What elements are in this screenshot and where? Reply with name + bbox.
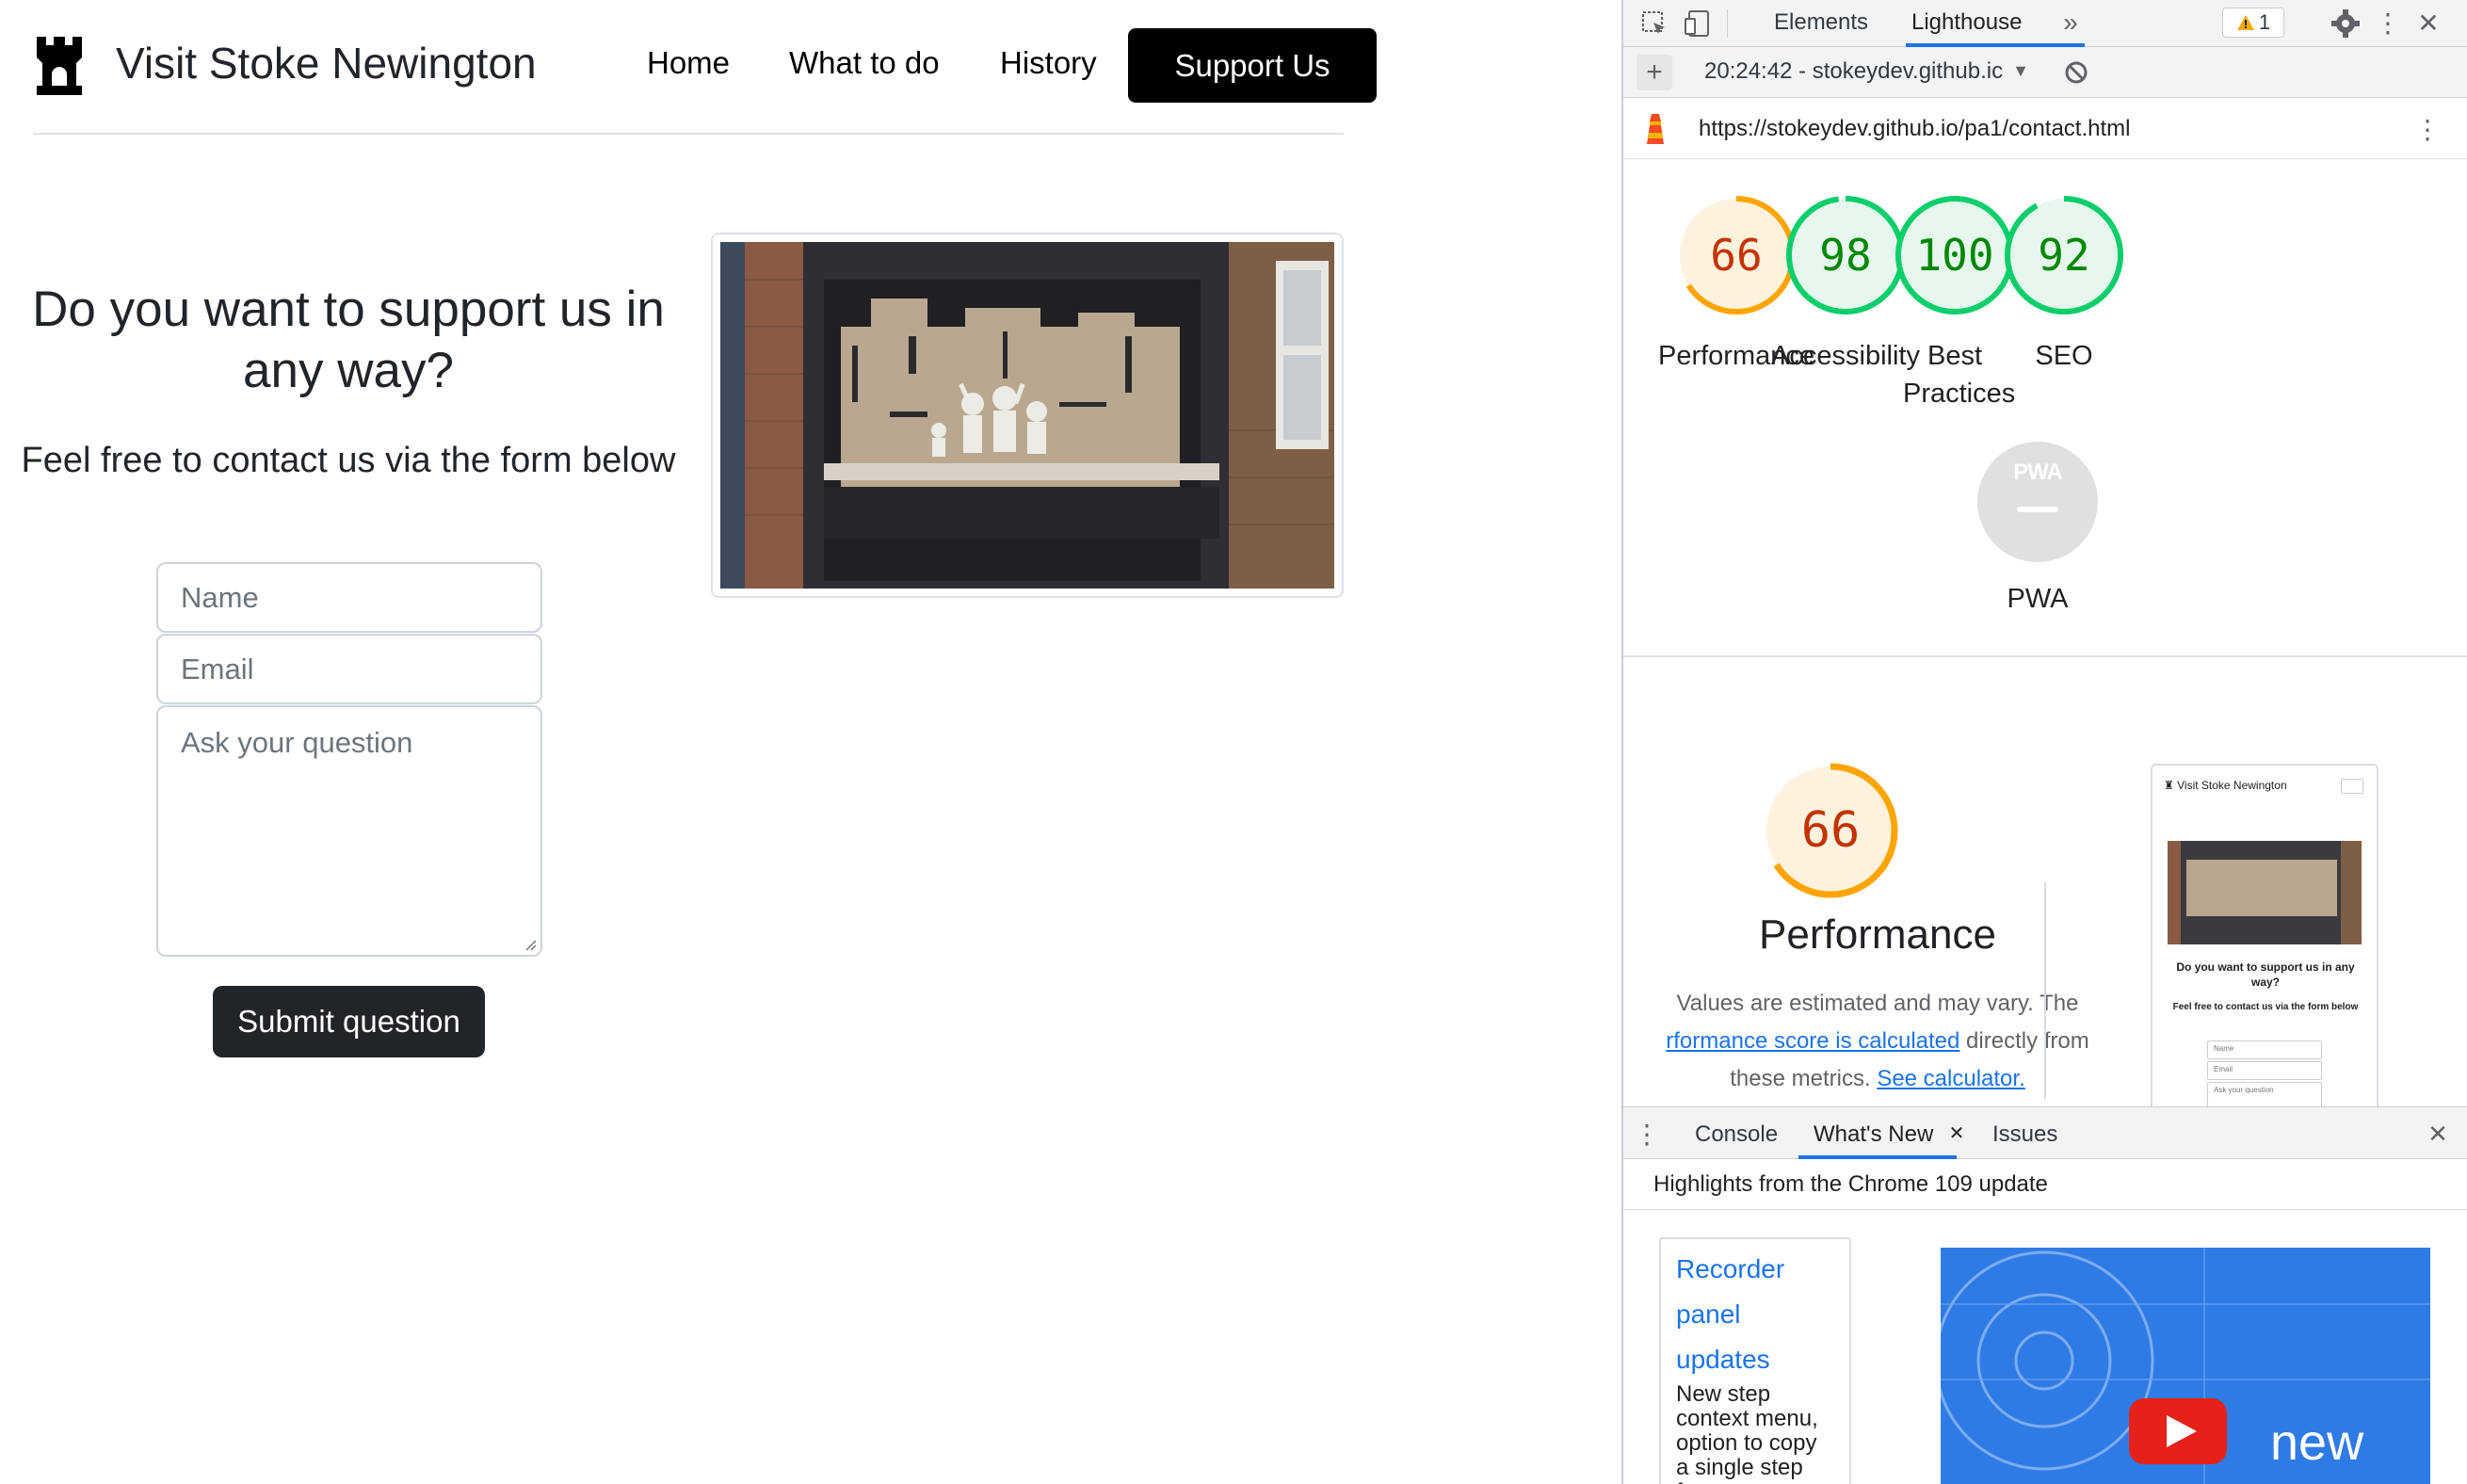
thumbnail-heading: Do you want to support us in any way? [2176, 960, 2355, 989]
submit-question-button[interactable]: Submit question [213, 986, 485, 1057]
score-value: 98 [1819, 230, 1872, 281]
nav-home[interactable]: Home [647, 45, 730, 81]
clear-block-icon[interactable] [2062, 58, 2090, 87]
question-textarea[interactable]: Ask your question [156, 705, 542, 957]
question-placeholder: Ask your question [181, 726, 413, 759]
toolbar-separator [1727, 9, 1728, 38]
devtools-panel: Elements Lighthouse » 1 ⋮ ✕ + 20:24:42 -… [1621, 0, 2467, 1484]
settings-gear-icon[interactable] [2330, 8, 2362, 40]
section-divider [1623, 655, 2467, 657]
new-report-plus-icon[interactable]: + [1637, 55, 1672, 90]
thumbnail-brand-text: Visit Stoke Newington [2177, 779, 2287, 792]
card-description: New step context menu, option to copy a … [1676, 1381, 1818, 1484]
score-value: 66 [1710, 230, 1763, 281]
pwa-badge-text: PWA [2013, 460, 2063, 485]
whats-new-header: Highlights from the Chrome 109 update [1623, 1159, 2467, 1210]
nav-what-to-do[interactable]: What to do [789, 45, 940, 81]
navbar: Visit Stoke Newington Home What to do Hi… [33, 0, 1377, 135]
nav-history[interactable]: History [1000, 45, 1097, 81]
lighthouse-logo-icon [1647, 114, 1664, 144]
pwa-gauge[interactable]: PWA [1976, 441, 2099, 563]
score-value: 100 [1915, 230, 1994, 281]
street-art-photo [720, 242, 1334, 589]
lighthouse-subtoolbar: + 20:24:42 - stokeydev.github.ic ▼ [1623, 47, 2467, 98]
resize-handle-icon[interactable] [524, 938, 537, 951]
score-gauge-performance[interactable]: 66 [1675, 194, 1798, 316]
score-gauge-best-practices[interactable]: 100 [1894, 194, 2016, 316]
thumbnail-hamburger-icon [2341, 779, 2363, 794]
name-placeholder: Name [181, 580, 259, 614]
thumbnail-photo [2168, 841, 2362, 944]
performance-detail-gauge: 66 [1761, 761, 1900, 900]
perf-desc-line-1: Values are estimated and may vary. The [1676, 991, 2079, 1016]
performance-detail-score: 66 [1800, 802, 1861, 859]
thumbnail-email-field: Email [2207, 1061, 2322, 1080]
card-title-line-3[interactable]: updates [1676, 1337, 1834, 1382]
whats-new-card[interactable]: Recorder panel updates New step context … [1659, 1237, 1851, 1484]
video-caption: new [2270, 1414, 2364, 1471]
perf-desc-line-3: these metrics. [1730, 1066, 1871, 1091]
drawer-tabbar: ⋮ Console What's New ✕ Issues ✕ [1623, 1106, 2467, 1159]
warning-triangle-icon [2236, 15, 2254, 30]
email-placeholder: Email [181, 652, 254, 686]
thumbnail-castle-icon: ♜ [2164, 779, 2174, 792]
close-whats-new-icon[interactable]: ✕ [1947, 1119, 1966, 1147]
thumbnail-name-field: Name [2207, 1040, 2322, 1059]
castle-tower-icon[interactable] [33, 33, 86, 99]
drawer-tab-issues[interactable]: Issues [1992, 1121, 2057, 1148]
perf-desc-line-2: directly from [1959, 1028, 2089, 1054]
card-title-line-2[interactable]: panel [1676, 1292, 1834, 1337]
thumbnail-brand: ♜ Visit Stoke Newington [2164, 779, 2287, 792]
tab-lighthouse[interactable]: Lighthouse [1911, 9, 2022, 36]
score-value: 92 [2038, 230, 2090, 281]
score-gauge-accessibility[interactable]: 98 [1784, 194, 1907, 316]
drawer-tab-whats-new[interactable]: What's New [1814, 1121, 1933, 1148]
whats-new-video-thumbnail[interactable]: new [1941, 1248, 2430, 1484]
more-tabs-chevron-icon[interactable]: » [2055, 6, 2087, 40]
more-options-icon[interactable]: ⋮ [2375, 6, 2401, 40]
pwa-label: PWA [2007, 584, 2069, 614]
warning-count: 1 [2258, 10, 2271, 34]
name-input[interactable]: Name [156, 562, 542, 633]
score-calculated-link[interactable]: rformance score is calculated [1666, 1028, 1959, 1054]
card-title-line-1[interactable]: Recorder [1676, 1247, 1834, 1292]
devtools-toolbar: Elements Lighthouse » 1 ⋮ ✕ [1623, 0, 2467, 47]
close-devtools-icon[interactable]: ✕ [2412, 6, 2444, 40]
drawer-tab-console[interactable]: Console [1695, 1121, 1778, 1148]
thumbnail-subheading: Feel free to contact us via the form bel… [2172, 1002, 2359, 1012]
report-url-bar: https://stokeydev.github.io/pa1/contact.… [1623, 99, 2467, 159]
device-toolbar-icon[interactable] [1682, 8, 1714, 40]
whats-new-highlights: Highlights from the Chrome 109 update [1653, 1171, 2048, 1197]
score-gauge-seo[interactable]: 92 [2003, 194, 2125, 316]
score-label-seo: SEO [2035, 341, 2093, 371]
warnings-badge[interactable]: 1 [2222, 8, 2284, 38]
email-input[interactable]: Email [156, 634, 542, 704]
see-calculator-link[interactable]: See calculator. [1877, 1066, 2024, 1091]
brand-name[interactable]: Visit Stoke Newington [116, 38, 537, 89]
drawer-menu-icon[interactable]: ⋮ [1634, 1117, 1660, 1151]
inspect-element-icon[interactable] [1638, 8, 1670, 40]
website-viewport: Visit Stoke Newington Home What to do Hi… [0, 0, 1621, 1484]
performance-title: Performance [1759, 911, 1996, 958]
close-drawer-icon[interactable]: ✕ [2424, 1117, 2452, 1151]
performance-vertical-rule [2044, 882, 2046, 1099]
report-url: https://stokeydev.github.io/pa1/contact.… [1699, 116, 2131, 141]
report-selector[interactable]: 20:24:42 - stokeydev.github.ic [1704, 58, 2003, 85]
street-art-photo-frame [711, 233, 1344, 598]
nav-support-us[interactable]: Support Us [1128, 28, 1377, 103]
performance-description: Values are estimated and may vary. The r… [1623, 985, 2132, 1098]
tab-elements[interactable]: Elements [1774, 9, 1868, 36]
page-subheading: Feel free to contact us via the form bel… [21, 441, 676, 480]
page-heading: Do you want to support us in any way? [32, 282, 665, 398]
page-screenshot-thumbnail[interactable]: ♜ Visit Stoke Newington Do you want to s… [2151, 764, 2378, 1121]
dropdown-arrow-icon[interactable]: ▼ [2011, 56, 2030, 85]
report-menu-icon[interactable]: ⋮ [2414, 110, 2441, 148]
